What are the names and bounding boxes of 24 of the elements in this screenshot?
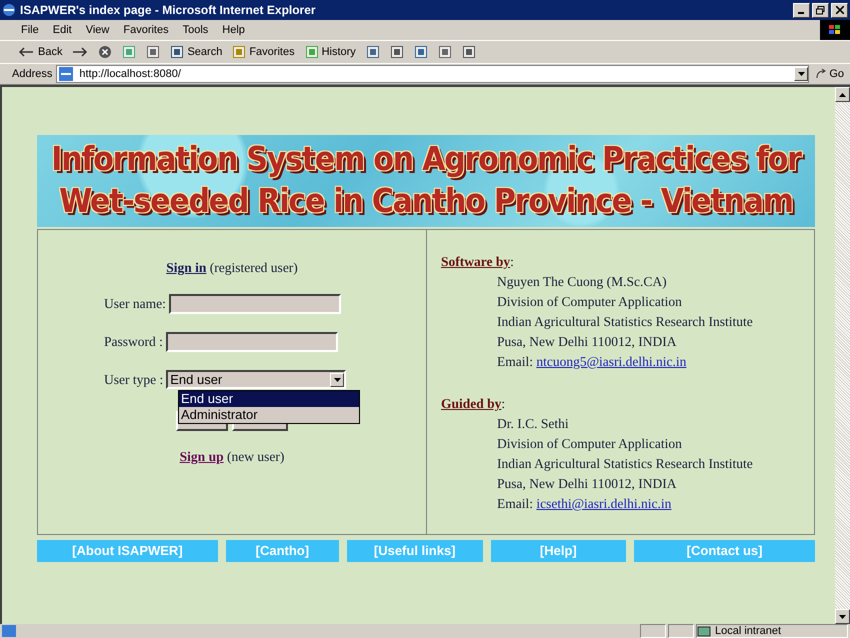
sign-up-note: (new user) <box>226 449 284 465</box>
field-label: User type : <box>104 372 164 388</box>
email-label: Email: <box>497 354 533 369</box>
field-label: User name: <box>104 296 166 312</box>
field-label: Password : <box>104 334 163 350</box>
banner-title: Information System on Agronomic Practices for <box>51 139 801 181</box>
window-title: ISAPWER's index page - Microsoft Internet Explorer <box>20 3 317 17</box>
credit-heading: Guided by <box>441 396 502 411</box>
email-label: Email: <box>497 496 533 511</box>
credit-heading: Software by <box>441 254 510 269</box>
credit-line: Division of Computer Application <box>496 293 683 311</box>
credit-line: Pusa, New Delhi 110012, INDIA <box>496 475 678 493</box>
credit-line: Indian Agricultural Statistics Research Institute <box>496 455 754 473</box>
credit-line: Nguyen The Cuong (M.Sc.CA) <box>496 273 668 291</box>
credit-line: Pusa, New Delhi 110012, INDIA <box>496 333 678 351</box>
banner-title: Wet-seeded Rice in Cantho Province - Vietnam <box>59 181 793 223</box>
sign-in-note: (registered user) <box>210 260 298 276</box>
credit-line: Indian Agricultural Statistics Research Institute <box>496 313 754 331</box>
credit-line: Dr. I.C. Sethi <box>496 415 570 433</box>
zone-label: Local intranet <box>715 625 782 637</box>
address-label: Address <box>12 68 52 80</box>
colon-text: : <box>501 396 506 411</box>
colon-text: : <box>510 254 514 269</box>
credit-line: Division of Computer Application <box>496 435 683 453</box>
